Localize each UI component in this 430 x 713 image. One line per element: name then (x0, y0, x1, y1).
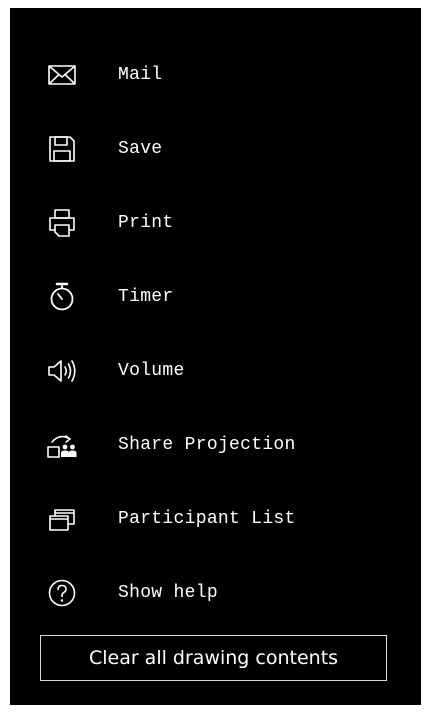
menu-item-save[interactable]: Save (10, 112, 421, 186)
menu-list: Mail Save Print Timer Volume Share Proje… (10, 38, 421, 630)
timer-icon (46, 281, 78, 313)
menu-item-mail[interactable]: Mail (10, 38, 421, 112)
menu-item-label: Save (118, 139, 163, 159)
menu-item-label: Timer (118, 287, 174, 307)
menu-item-label: Mail (118, 65, 163, 85)
clear-drawing-button[interactable]: Clear all drawing contents (40, 635, 387, 681)
menu-item-label: Participant List (118, 509, 296, 529)
menu-item-show-help[interactable]: Show help (10, 556, 421, 630)
menu-item-volume[interactable]: Volume (10, 334, 421, 408)
menu-item-label: Share Projection (118, 435, 296, 455)
mail-icon (46, 59, 78, 91)
menu-item-timer[interactable]: Timer (10, 260, 421, 334)
menu-item-label: Print (118, 213, 174, 233)
participant-list-icon (46, 503, 78, 535)
share-projection-icon (46, 429, 78, 461)
print-icon (46, 207, 78, 239)
volume-icon (46, 355, 78, 387)
menu-item-print[interactable]: Print (10, 186, 421, 260)
save-icon (46, 133, 78, 165)
menu-panel: Mail Save Print Timer Volume Share Proje… (10, 8, 421, 705)
menu-item-label: Show help (118, 583, 218, 603)
menu-item-label: Volume (118, 361, 185, 381)
help-icon (46, 577, 78, 609)
menu-item-share-projection[interactable]: Share Projection (10, 408, 421, 482)
menu-item-participant-list[interactable]: Participant List (10, 482, 421, 556)
